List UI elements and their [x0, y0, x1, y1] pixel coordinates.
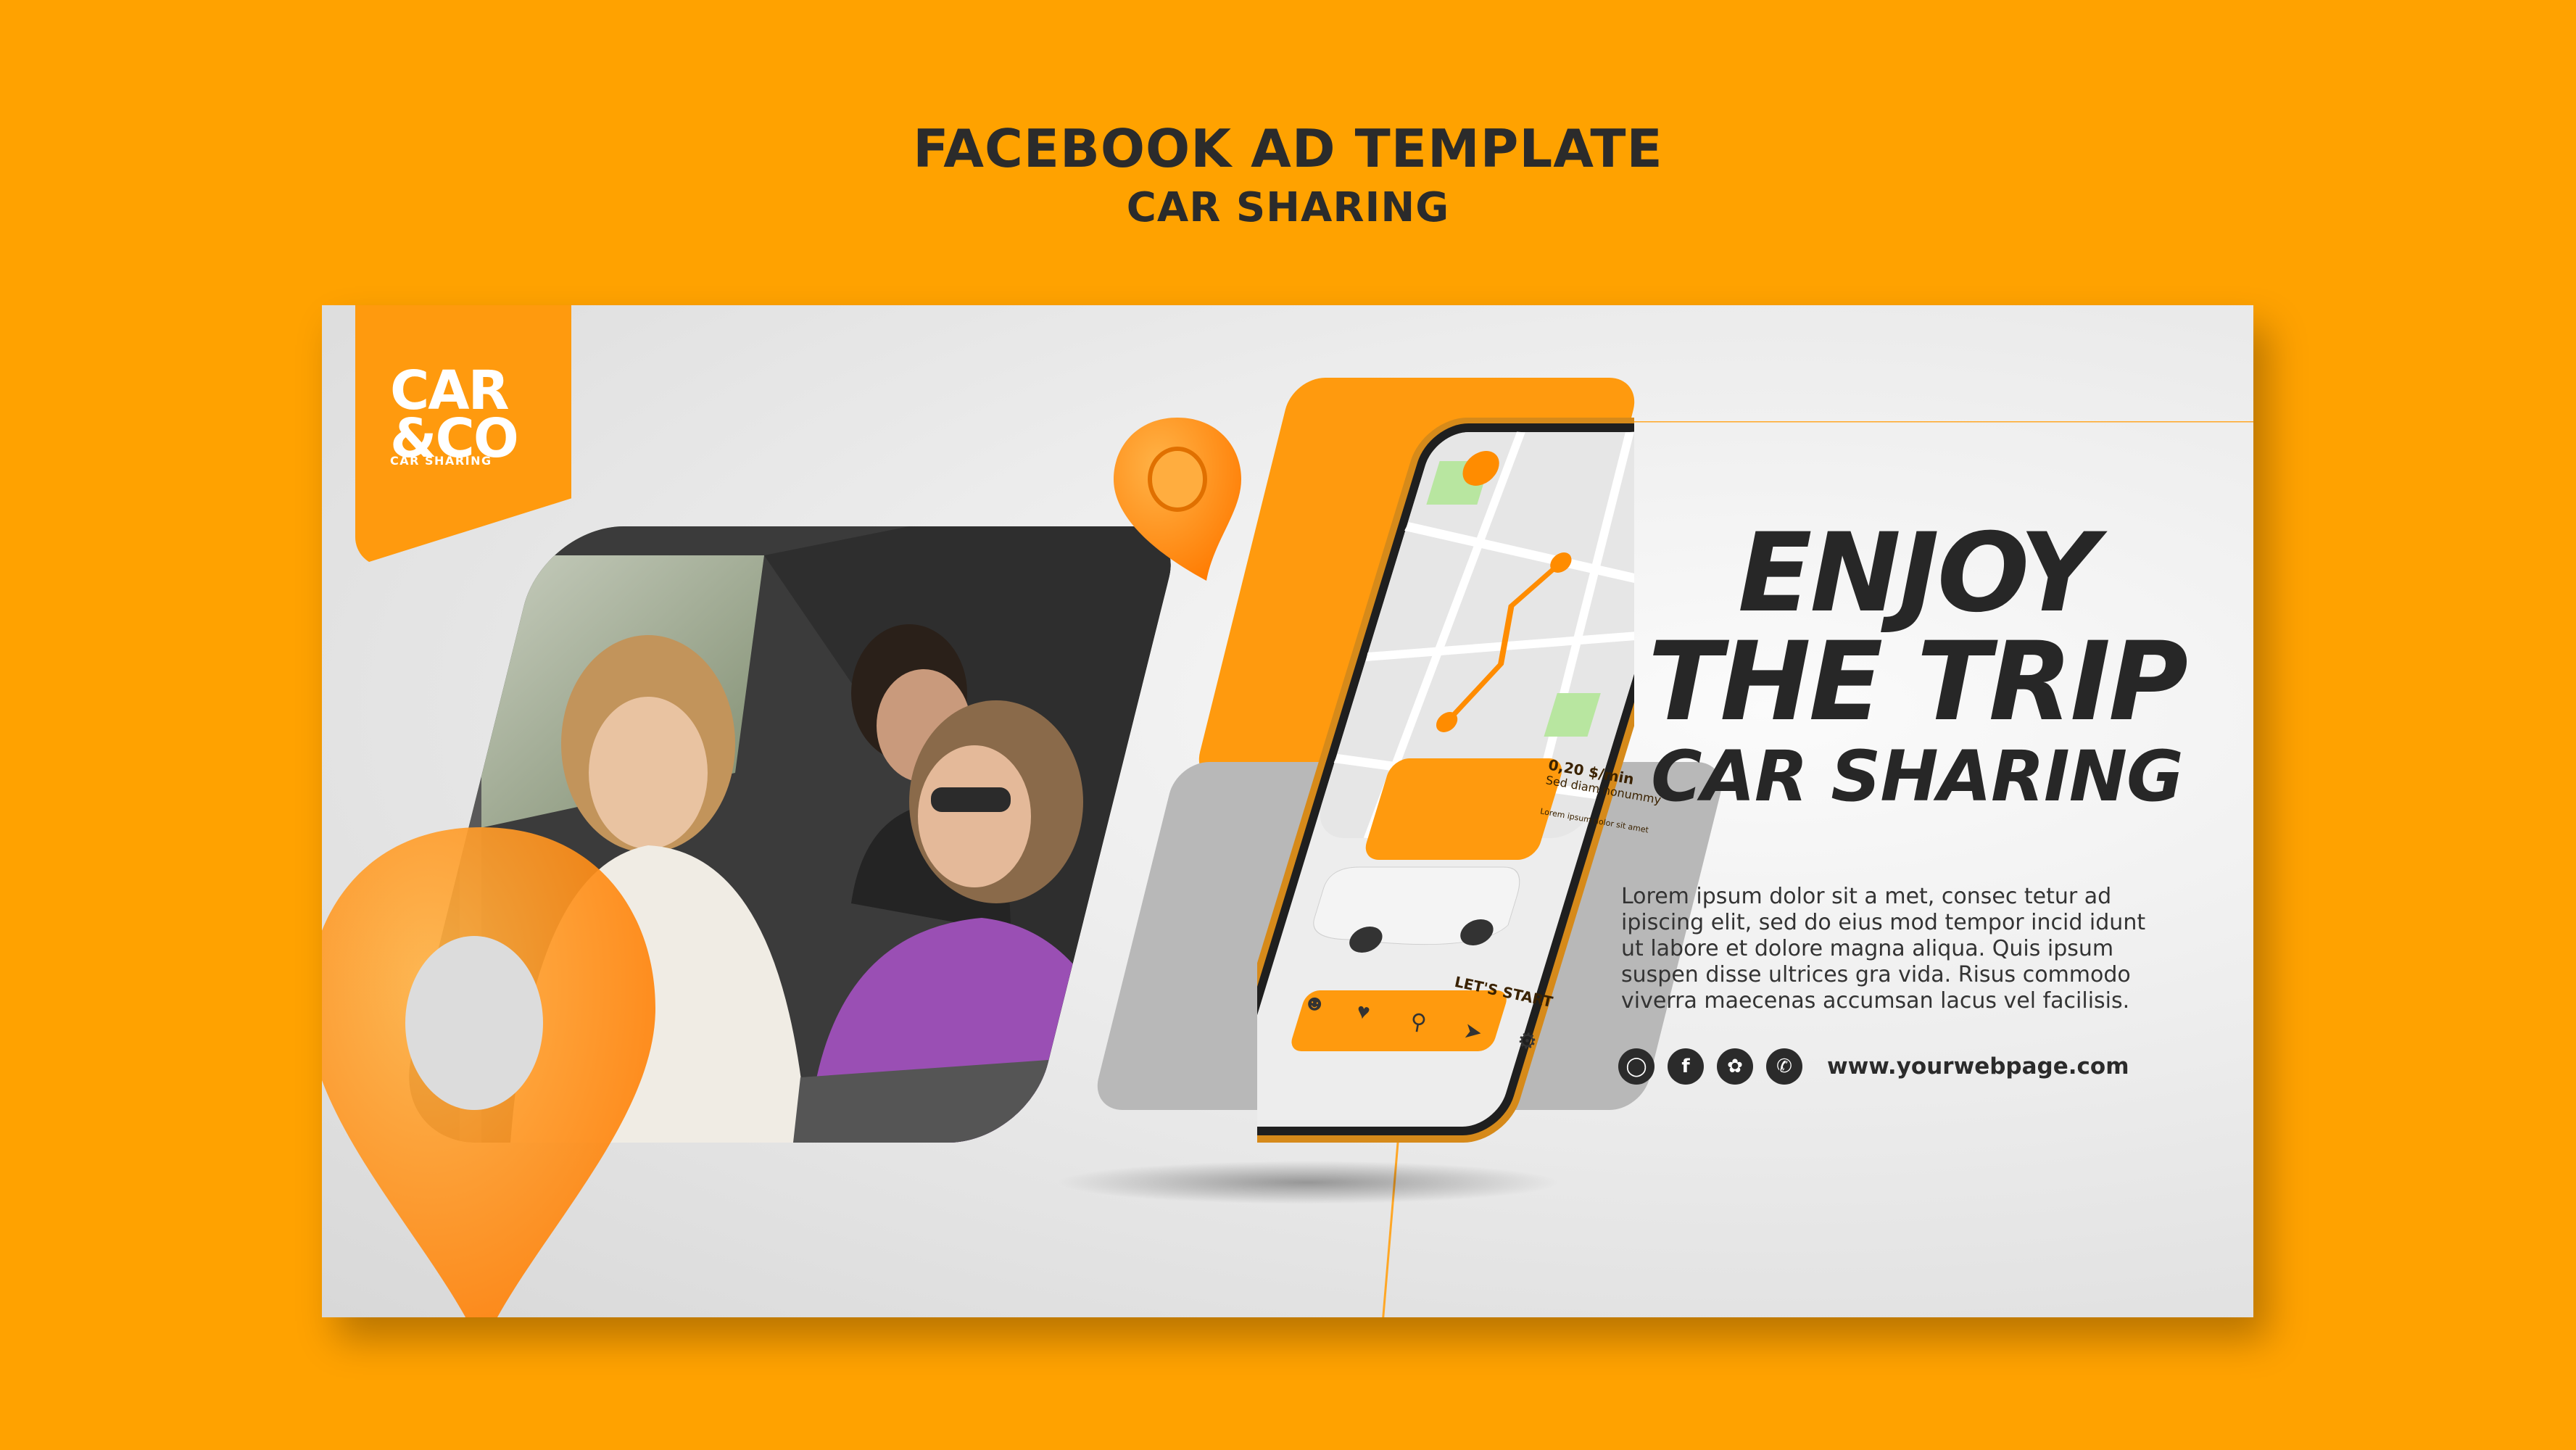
social-links: ◯ f ✿ ✆ www.yourwebpage.com	[1618, 1048, 2129, 1085]
twitter-icon[interactable]: ✿	[1717, 1048, 1753, 1085]
ad-banner: CAR &CO CAR SHARING 0,20 $/min Sed diam …	[322, 305, 2253, 1317]
navigation-icon[interactable]: ➤	[1462, 1018, 1484, 1046]
whatsapp-icon[interactable]: ✆	[1766, 1048, 1802, 1085]
instagram-icon[interactable]: ◯	[1618, 1048, 1654, 1085]
settings-icon[interactable]: ⚙	[1515, 1027, 1539, 1056]
page-header: FACEBOOK AD TEMPLATE CAR SHARING	[0, 116, 2576, 233]
brand-logo: CAR &CO CAR SHARING	[355, 305, 571, 566]
map-pin-icon-small	[1114, 418, 1241, 581]
headline-line-2: THE TRIP	[1647, 619, 2188, 745]
facebook-icon[interactable]: f	[1668, 1048, 1704, 1085]
user-icon[interactable]: ☻	[1301, 990, 1328, 1018]
map-pin-icon-large	[322, 827, 655, 1317]
heart-icon[interactable]: ♥	[1355, 999, 1372, 1026]
website-link[interactable]: www.yourwebpage.com	[1827, 1053, 2129, 1080]
page-title: FACEBOOK AD TEMPLATE	[913, 118, 1663, 179]
headline-line-3: CAR SHARING	[1651, 736, 2184, 817]
logo-tagline: CAR SHARING	[390, 454, 492, 468]
body-copy: Lorem ipsum dolor sit a met, consec tetu…	[1621, 884, 2146, 1014]
headline-line-1: ENJOY	[1737, 510, 2098, 637]
headline: ENJOY THE TRIP CAR SHARING	[1627, 519, 2207, 816]
map-pin-icon[interactable]: ⚲	[1408, 1008, 1428, 1036]
page-subtitle: CAR SHARING	[1126, 184, 1450, 231]
